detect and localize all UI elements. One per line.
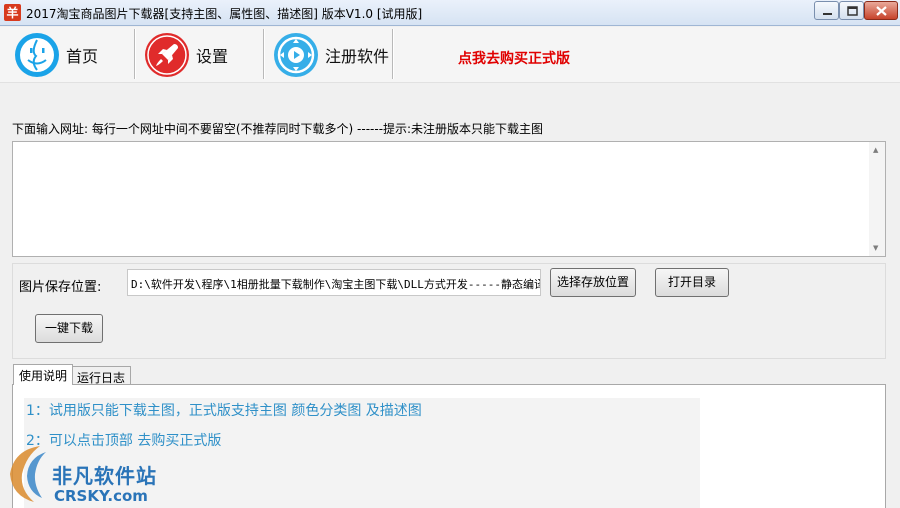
- toolbar-divider: [134, 29, 135, 79]
- toolbar-divider: [263, 29, 264, 79]
- open-directory-button[interactable]: 打开目录: [655, 268, 729, 297]
- save-location-label: 图片保存位置:: [19, 280, 102, 295]
- toolbar-settings[interactable]: 设置: [144, 31, 228, 79]
- minimize-button[interactable]: [814, 1, 839, 20]
- buy-full-version-link[interactable]: 点我去购买正式版: [458, 48, 570, 68]
- toolbar-register[interactable]: 注册软件: [273, 31, 389, 79]
- app-logo-icon: 羊: [4, 4, 21, 21]
- window-title: 2017淘宝商品图片下载器[支持主图、属性图、描述图] 版本V1.0 [试用版]: [26, 7, 423, 21]
- watermark-text-cn: 非凡软件站: [52, 464, 157, 488]
- url-input-hint: 下面输入网址: 每行一个网址中间不要留空(不推荐同时下载多个) ------提示…: [12, 122, 544, 136]
- svg-text:羊: 羊: [6, 5, 18, 20]
- toolbar-home[interactable]: 首页: [14, 31, 98, 79]
- url-input-scrollbar[interactable]: ▲ ▼: [869, 142, 885, 256]
- choose-location-button[interactable]: 选择存放位置: [550, 268, 636, 297]
- instruction-line: 1：试用版只能下载主图，正式版支持主图 颜色分类图 及描述图: [26, 403, 422, 419]
- maximize-button[interactable]: [839, 1, 864, 20]
- title-bar: 羊 2017淘宝商品图片下载器[支持主图、属性图、描述图] 版本V1.0 [试用…: [0, 0, 900, 26]
- rocket-icon: [145, 33, 189, 77]
- toolbar-home-label: 首页: [66, 47, 99, 66]
- save-path-field[interactable]: D:\软件开发\程序\1相册批量下载制作\淘宝主图下载\DLL方式开发-----…: [127, 269, 541, 296]
- tab-run-log[interactable]: 运行日志: [71, 366, 132, 385]
- toolbar-divider: [392, 29, 393, 79]
- minimize-icon: [823, 13, 832, 15]
- close-icon: [876, 6, 887, 16]
- scroll-up-icon[interactable]: ▲: [873, 146, 878, 154]
- watermark-text-en: CRSKY.com: [54, 487, 148, 505]
- scroll-down-icon[interactable]: ▼: [873, 244, 878, 252]
- toolbar-register-label: 注册软件: [325, 47, 390, 66]
- close-button[interactable]: [864, 1, 898, 20]
- url-input[interactable]: ▲ ▼: [12, 141, 886, 257]
- maximize-icon: [847, 6, 858, 16]
- main-toolbar: 首页 设置 注册软件: [0, 27, 900, 83]
- finder-face-icon: [15, 33, 59, 77]
- tab-instructions[interactable]: 使用说明: [13, 364, 74, 385]
- one-click-download-button[interactable]: 一键下载: [35, 314, 103, 343]
- toolbar-settings-label: 设置: [196, 47, 229, 66]
- media-control-icon: [274, 33, 318, 77]
